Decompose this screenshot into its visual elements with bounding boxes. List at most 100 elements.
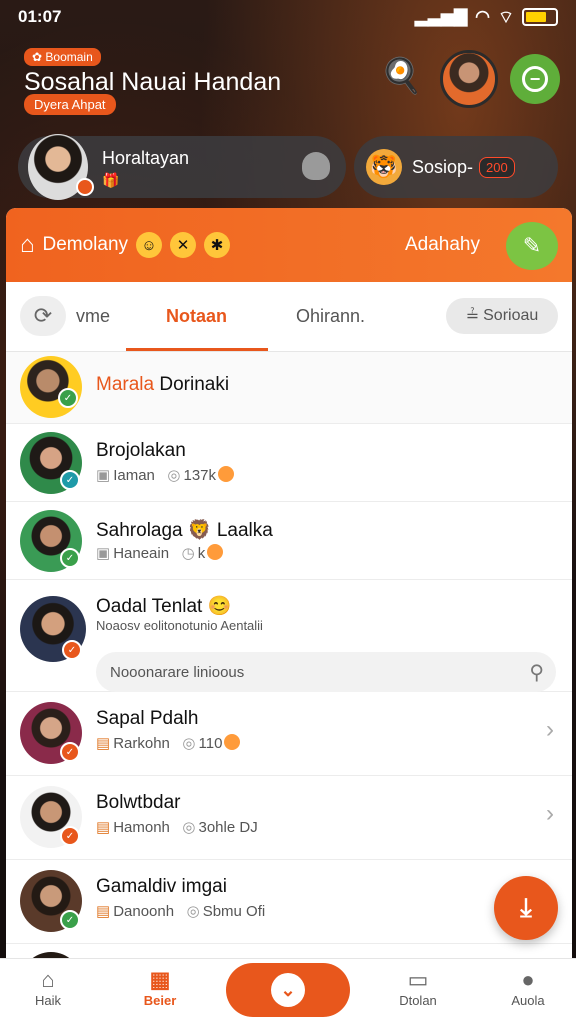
stack-icon: ▤	[96, 903, 111, 920]
clock-icon: ◷	[181, 545, 195, 562]
eye-icon: ◎	[182, 819, 196, 836]
profile-nav-icon: ●	[521, 967, 535, 992]
nav-item-auola[interactable]: ● Auola	[488, 967, 568, 1008]
meta-count: 3ohle DJ	[198, 819, 258, 836]
nav-item-haik[interactable]: ⌂ Haik	[8, 967, 88, 1008]
contact-name: Sapal Pdalh	[96, 708, 199, 729]
tagline-icon: ✿	[32, 50, 46, 64]
contact-name: Oadal Tenlat 😊	[96, 596, 232, 617]
list-item[interactable]: ✓ Sapal Pdalh ▤ Rarkohn ◎ 110 ›	[6, 692, 572, 776]
nav-label: Beier	[143, 993, 177, 1008]
meta-label: Rarkohn	[113, 735, 170, 752]
contact-name: Brojolakan	[96, 440, 186, 461]
score-card[interactable]: 🐯 Sosiop- 200	[354, 136, 558, 198]
reply-input-placeholder: Nooonarare linioous	[110, 663, 245, 681]
eye-icon: ◎	[186, 903, 200, 920]
compose-fab-button[interactable]: ⤓	[494, 876, 558, 940]
home-nav-icon: ⌂	[41, 967, 55, 992]
tab-notaan[interactable]: Notaan	[166, 306, 227, 327]
main-panel: ⌂ Demolany ☺ ✕ ✱ Adahahy ✎ ⟳ vme Notaan …	[6, 208, 572, 1024]
online-badge-icon: ✓	[60, 470, 80, 490]
sort-button[interactable]: ≟ Sorioau	[446, 298, 558, 334]
minus-button[interactable]: −	[510, 54, 560, 104]
user-avatar[interactable]	[440, 50, 498, 108]
banner-left-label[interactable]: Demolany	[43, 234, 129, 256]
contact-meta: ▣ Iaman ◎ 137k	[96, 466, 235, 484]
list-item[interactable]: ✓ Brojolakan ▣ Iaman ◎ 137k	[6, 424, 572, 502]
status-bar: 01:07 ▂▃▅▇ ◠ ⌔	[0, 0, 576, 34]
meta-count: k	[197, 545, 206, 562]
store-nav-icon: ▦	[149, 967, 171, 992]
tab-vme[interactable]: vme	[76, 306, 110, 327]
contact-meta: ▤ Rarkohn ◎ 110	[96, 734, 241, 752]
contact-name: Marala Dorinaki	[96, 374, 229, 396]
sort-icon: ≟	[465, 308, 480, 325]
profile-card[interactable]: Horaltayan 🎁	[18, 134, 346, 200]
sort-label: Sorioau	[483, 307, 539, 324]
status-badge-icon: ✓	[60, 742, 80, 762]
list-item[interactable]: ✓ Oadal Tenlat 😊 Noaosv eolitonotunio Ae…	[6, 580, 572, 692]
contact-meta: ▣ Haneain ◷ k	[96, 544, 224, 562]
angry-emoji-icon[interactable]: ✕	[170, 232, 197, 258]
status-badge-icon: ✓	[62, 640, 82, 660]
list-item[interactable]: ✓ Marala Dorinaki	[6, 352, 572, 424]
contact-name: Bolwtbdar	[96, 792, 181, 813]
tab-ohirann[interactable]: Ohirann.	[296, 306, 365, 327]
nav-label: Auola	[511, 993, 545, 1008]
gift-icon: 🎁	[102, 172, 120, 188]
nav-label: Dtolan	[399, 993, 437, 1008]
emoji-icon	[218, 466, 235, 482]
minus-icon: −	[522, 66, 548, 92]
status-badge-icon: ✓	[60, 826, 80, 846]
chevron-right-icon[interactable]: ›	[546, 800, 554, 828]
signal-icon: ▂▃▅▇	[414, 7, 468, 26]
contact-name: Sahrolaga 🦁 Laalka	[96, 520, 273, 541]
wifi-icon-2: ⌔	[498, 7, 514, 27]
banner-bar: ⌂ Demolany ☺ ✕ ✱ Adahahy ✎	[6, 208, 572, 282]
score-value: 200	[479, 156, 515, 178]
smile-emoji-icon[interactable]: ☺	[136, 232, 163, 258]
emoji-icon	[224, 734, 241, 750]
contact-avatar	[20, 356, 82, 418]
refresh-icon[interactable]: ⟳	[20, 296, 66, 336]
meta-count: 110	[198, 735, 223, 752]
tagline-badge: ✿ Boomain	[24, 48, 101, 66]
home-icon[interactable]: ⌂	[20, 231, 35, 259]
nav-item-dtolan[interactable]: ▭ Dtolan	[378, 967, 458, 1008]
online-badge-icon: ✓	[58, 388, 78, 408]
online-badge-icon: ✓	[60, 548, 80, 568]
camera-icon: ▣	[96, 467, 111, 484]
chat-nav-icon: ▭	[407, 967, 429, 992]
emoji-icon	[207, 544, 224, 560]
profile-name: Horaltayan	[102, 148, 190, 168]
wifi-icon: ◠	[475, 7, 491, 26]
meta-label: Iaman	[113, 467, 155, 484]
contact-name: Gamaldiv imgai	[96, 876, 227, 897]
chevron-right-icon[interactable]: ›	[546, 716, 554, 744]
list-item[interactable]: ✓ Bolwtbdar ▤ Hamonh ◎ 3ohle DJ ›	[6, 776, 572, 860]
reply-input[interactable]: Nooonarare linioous ⚲	[96, 652, 556, 692]
camera-icon: ▣	[96, 545, 111, 562]
dizzy-emoji-icon[interactable]: ✱	[204, 232, 231, 258]
status-icons: ▂▃▅▇ ◠ ⌔	[415, 7, 558, 28]
contact-meta: ▤ Hamonh ◎ 3ohle DJ	[96, 818, 258, 836]
contact-name-highlight: Marala	[96, 374, 155, 395]
egg-sticker-icon[interactable]: 🍳	[380, 56, 422, 96]
meta-count: 137k	[183, 467, 217, 484]
cloud-icon[interactable]	[302, 152, 330, 180]
center-action-button[interactable]: ⌄	[226, 963, 350, 1017]
message-preview: Noaosv eolitonotunio Aentalii	[96, 618, 263, 633]
eye-icon: ◎	[167, 467, 181, 484]
meta-label: Hamonh	[113, 819, 170, 836]
nav-item-beier[interactable]: ▦ Beier	[120, 967, 200, 1008]
chat-button[interactable]: ✎	[506, 222, 558, 270]
banner-right-label[interactable]: Adahahy	[405, 234, 480, 256]
meta-label: Danoonh	[113, 903, 175, 920]
stack-icon: ▤	[96, 735, 111, 752]
list-item[interactable]: ✓ Gamaldiv imgai ▤ Danoonh ◎ Sbmu Ofi	[6, 860, 572, 944]
status-time: 01:07	[18, 7, 62, 26]
search-icon[interactable]: ⚲	[529, 660, 544, 685]
list-item[interactable]: ✓ Sahrolaga 🦁 Laalka ▣ Haneain ◷ k	[6, 502, 572, 580]
tab-bar: ⟳ vme Notaan Ohirann. ≟ Sorioau	[6, 282, 572, 352]
stack-icon: ▤	[96, 819, 111, 836]
